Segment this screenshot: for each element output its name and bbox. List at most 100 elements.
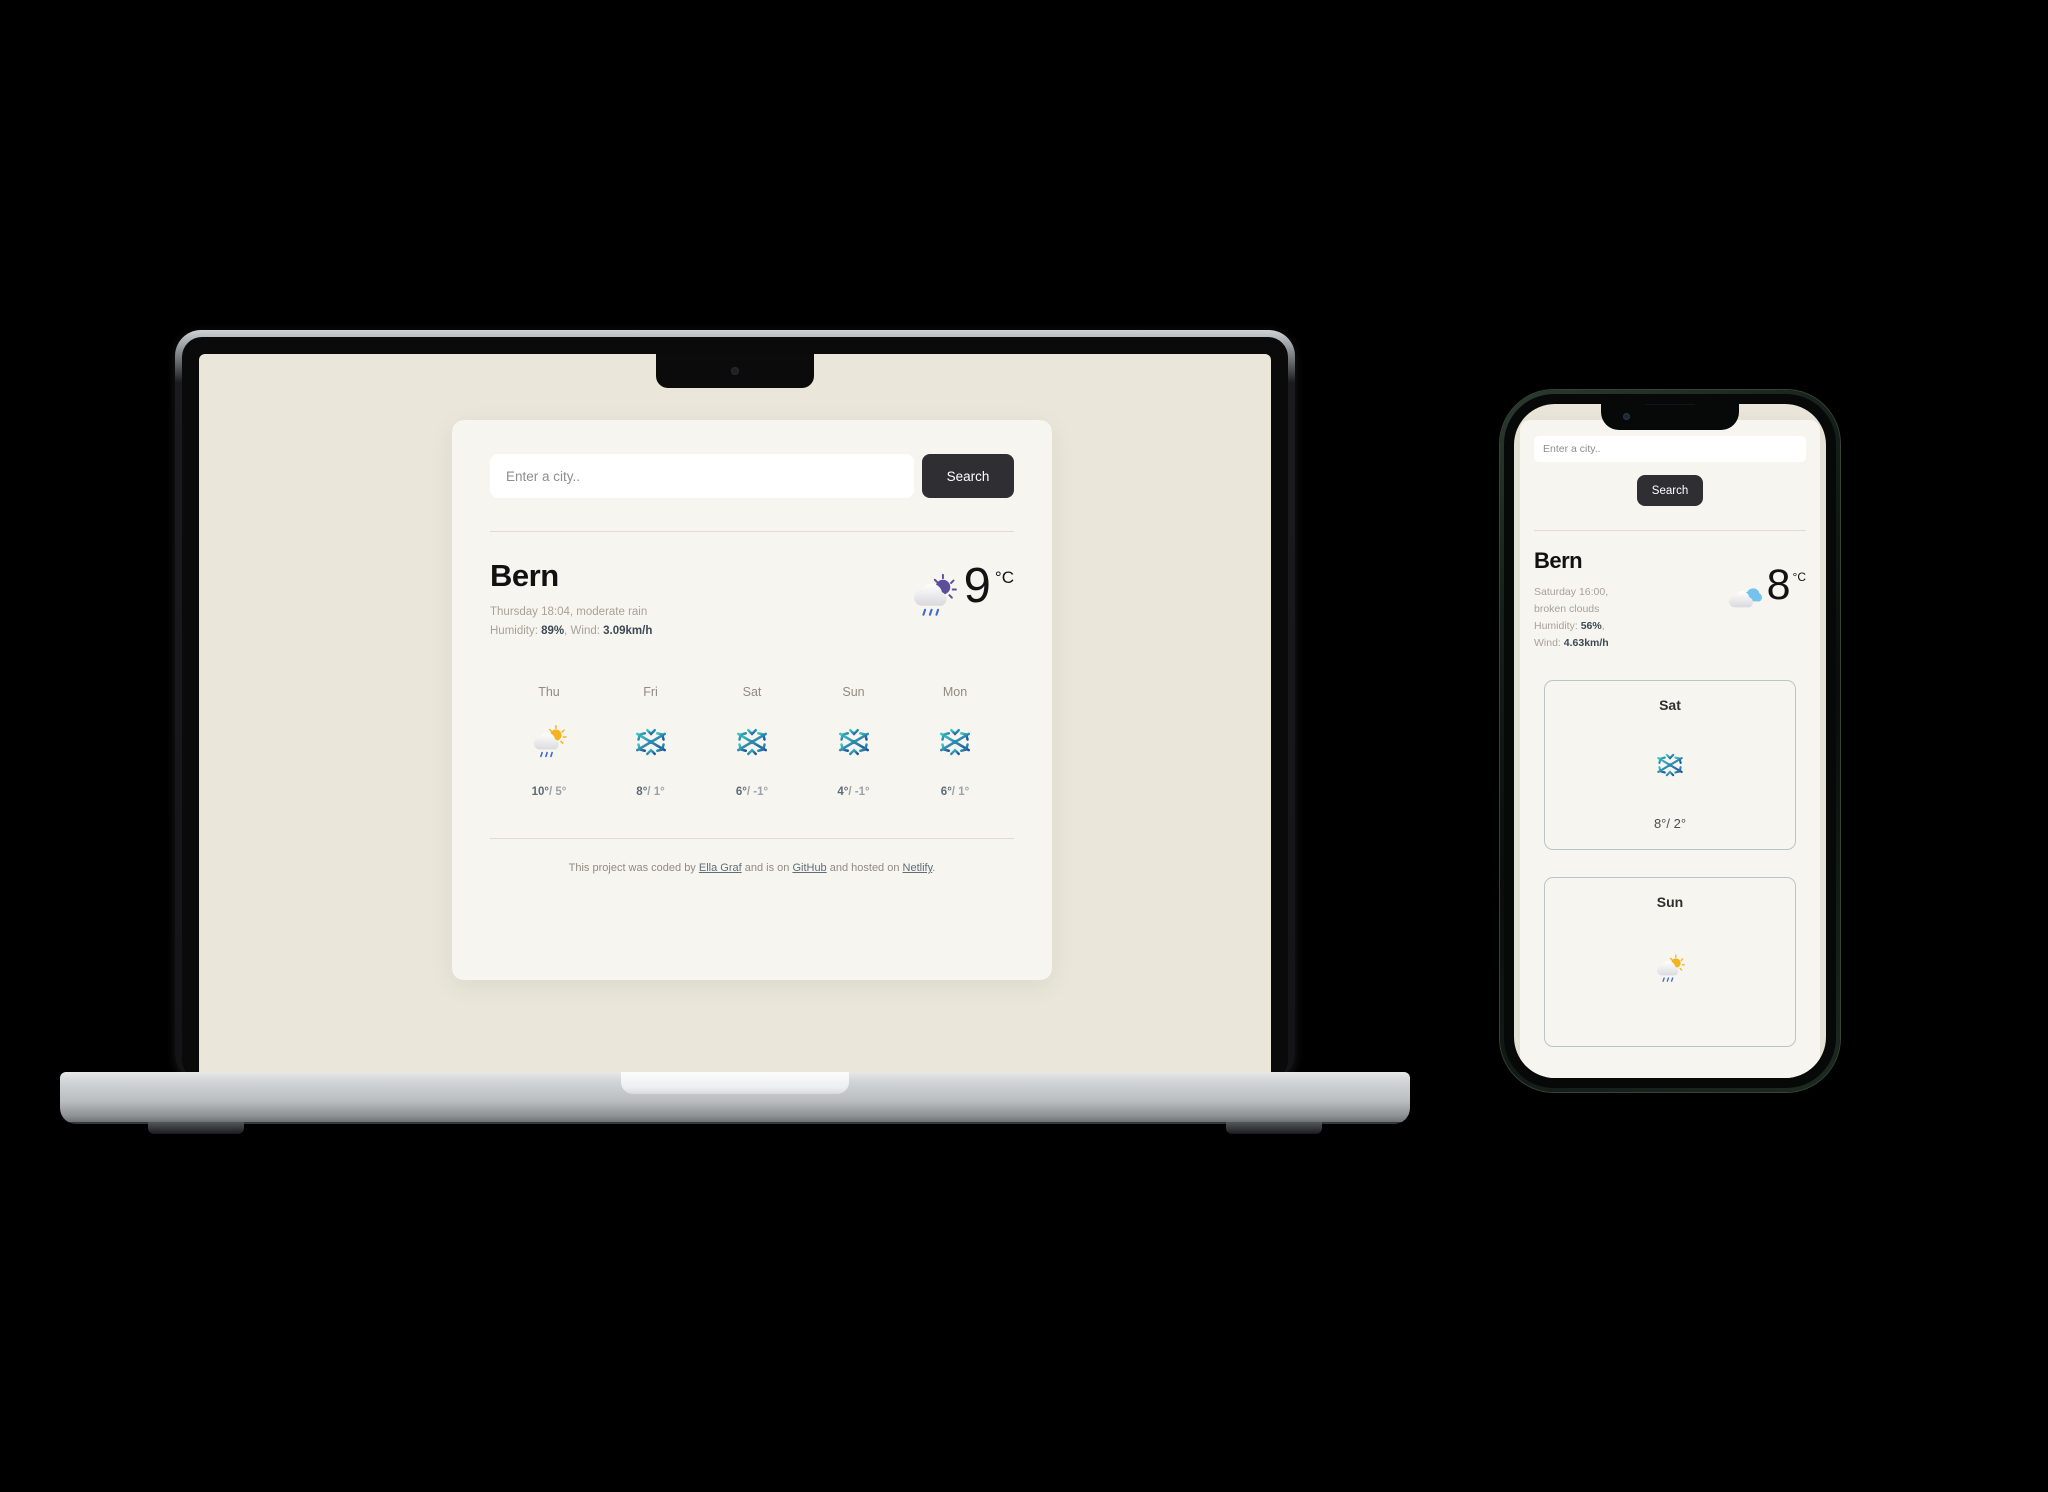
- forecast-low: 1°: [958, 785, 970, 798]
- netlify-link[interactable]: Netlify: [903, 862, 933, 874]
- footer-text-part1: This project was coded by: [568, 861, 699, 874]
- snowflake-icon: [631, 722, 671, 762]
- search-input-mobile[interactable]: [1534, 436, 1806, 462]
- forecast-card[interactable]: Sat 8°/ 2°: [1544, 680, 1796, 850]
- search-button-mobile[interactable]: Search: [1637, 475, 1703, 506]
- humidity-wind-line: Humidity: 89%, Wind: 3.09km/h: [490, 622, 652, 641]
- search-input[interactable]: [490, 454, 914, 498]
- wind-label: Wind:: [570, 624, 604, 637]
- weather-app-card-desktop: Search Bern Thursday 18:04, moderate rai…: [452, 420, 1052, 980]
- forecast-high: 10°: [531, 785, 549, 798]
- screenshot-stage: Search Bern Thursday 18:04, moderate rai…: [0, 0, 2048, 1492]
- github-link[interactable]: GitHub: [792, 862, 826, 874]
- meta-comma-mobile: ,: [1601, 620, 1605, 632]
- wind-value-mobile: 4.63km/h: [1563, 637, 1609, 649]
- forecast-day-temps: 8°/ 1°: [636, 786, 664, 798]
- current-temperature-block-mobile: 8 °C: [1727, 548, 1806, 618]
- laptop-open-groove: [621, 1072, 849, 1094]
- wind-line-mobile: Wind: 4.63km/h: [1534, 635, 1609, 652]
- forecast-high: 6°: [940, 785, 952, 798]
- weather-app-card-mobile: Search Bern Saturday 16:00, broken cloud…: [1520, 420, 1820, 1078]
- forecast-day-temps: 4°/ -1°: [837, 786, 869, 798]
- snowflake-icon: [935, 722, 975, 762]
- wind-value: 3.09km/h: [603, 624, 653, 637]
- webcam-icon: [731, 367, 739, 375]
- forecast-card[interactable]: Sun: [1544, 877, 1796, 1047]
- laptop-notch: [656, 354, 814, 388]
- footer-text-part2: and is on: [741, 861, 793, 874]
- footer-credit: This project was coded by Ella Graf and …: [490, 839, 1014, 874]
- snowflake-icon: [732, 722, 772, 762]
- laptop-mockup: Search Bern Thursday 18:04, moderate rai…: [60, 330, 1410, 1160]
- rain-with-sun-icon: [908, 570, 960, 622]
- datetime-line-2: broken clouds: [1534, 603, 1600, 615]
- current-temperature-block: 9 °C: [908, 558, 1014, 622]
- current-temperature-value-mobile: 8: [1766, 561, 1791, 609]
- forecast-low: -1°: [854, 785, 870, 798]
- forecast-day[interactable]: Sat 6°/ -1°: [709, 685, 795, 798]
- forecast-day-temps: 6°/ -1°: [736, 786, 768, 798]
- laptop-base-shadow: [60, 1122, 1410, 1132]
- search-bar-desktop: Search: [490, 454, 1014, 498]
- wind-label-mobile: Wind:: [1534, 637, 1564, 649]
- forecast-day-label: Thu: [538, 684, 560, 699]
- forecast-day[interactable]: Mon 6°/ 1°: [912, 685, 998, 798]
- forecast-cards-mobile: Sat 8°/ 2° Sun: [1534, 652, 1806, 1047]
- forecast-card-day: Sun: [1656, 894, 1684, 910]
- forecast-day[interactable]: Thu 10°/ 5°: [506, 685, 592, 798]
- humidity-label-mobile: Humidity:: [1534, 620, 1581, 632]
- forecast-high: 6°: [735, 785, 747, 798]
- forecast-low: 5°: [555, 785, 567, 798]
- forecast-high: 8°: [636, 785, 648, 798]
- laptop-bezel: Search Bern Thursday 18:04, moderate rai…: [182, 337, 1288, 1080]
- forecast-day-label: Fri: [643, 684, 658, 699]
- forecast-card-day: Sat: [1659, 697, 1681, 713]
- laptop-screen: Search Bern Thursday 18:04, moderate rai…: [199, 354, 1271, 1080]
- phone-bezel: Search Bern Saturday 16:00, broken cloud…: [1504, 394, 1836, 1088]
- earpiece-speaker-icon: [1644, 404, 1696, 405]
- current-weather-meta: Thursday 18:04, moderate rain Humidity: …: [490, 603, 652, 641]
- current-weather-text-mobile: Bern Saturday 16:00, broken clouds Humid…: [1534, 548, 1609, 652]
- phone-screen: Search Bern Saturday 16:00, broken cloud…: [1514, 404, 1826, 1078]
- current-weather-meta-mobile: Saturday 16:00, broken clouds Humidity: …: [1534, 584, 1609, 652]
- front-camera-icon: [1623, 413, 1630, 420]
- current-weather-text: Bern Thursday 18:04, moderate rain Humid…: [490, 558, 652, 641]
- forecast-day[interactable]: Sun 4°/ -1°: [811, 685, 897, 798]
- forecast-low: 1°: [653, 785, 665, 798]
- temperature-unit: °C: [994, 568, 1014, 587]
- city-name-mobile: Bern: [1534, 548, 1583, 573]
- laptop-lid: Search Bern Thursday 18:04, moderate rai…: [175, 330, 1295, 1080]
- datetime-line-1: Saturday 16:00,: [1534, 586, 1609, 598]
- current-temperature-value: 9: [963, 559, 991, 613]
- phone-mockup: Search Bern Saturday 16:00, broken cloud…: [1500, 390, 1840, 1092]
- author-link[interactable]: Ella Graf: [699, 862, 742, 874]
- current-weather-header: Bern Thursday 18:04, moderate rain Humid…: [490, 532, 1014, 641]
- sun-rain-cloud-icon: [529, 722, 569, 762]
- phone-notch: [1601, 404, 1739, 430]
- forecast-day-temps: 6°/ 1°: [941, 786, 969, 798]
- laptop-foot-right: [1226, 1122, 1322, 1134]
- laptop-base-body: [60, 1072, 1410, 1124]
- footer-text-part3: and hosted on: [826, 861, 903, 874]
- temperature-unit-mobile: °C: [1792, 570, 1806, 584]
- forecast-high: 4°: [837, 785, 849, 798]
- footer-text-part4: .: [932, 861, 936, 874]
- broken-clouds-icon: [1727, 580, 1765, 618]
- current-weather-header-mobile: Bern Saturday 16:00, broken clouds Humid…: [1534, 531, 1806, 652]
- forecast-low: -1°: [753, 785, 769, 798]
- forecast-day-label: Mon: [942, 684, 968, 699]
- humidity-line-mobile: Humidity: 56%,: [1534, 618, 1609, 635]
- forecast-day-temps: 10°/ 5°: [532, 786, 567, 798]
- humidity-label: Humidity:: [490, 624, 542, 637]
- humidity-value: 89%: [541, 624, 565, 637]
- humidity-value-mobile: 56%: [1580, 620, 1602, 632]
- forecast-day-label: Sun: [842, 684, 865, 699]
- phone-frame: Search Bern Saturday 16:00, broken cloud…: [1500, 390, 1840, 1092]
- city-name: Bern: [490, 558, 559, 593]
- forecast-day[interactable]: Fri 8°/ 1°: [608, 685, 694, 798]
- snowflake-icon: [834, 722, 874, 762]
- search-button-row-mobile: Search: [1534, 475, 1806, 506]
- search-button[interactable]: Search: [922, 454, 1014, 498]
- laptop-foot-left: [148, 1122, 244, 1134]
- sun-rain-cloud-icon: [1653, 952, 1687, 986]
